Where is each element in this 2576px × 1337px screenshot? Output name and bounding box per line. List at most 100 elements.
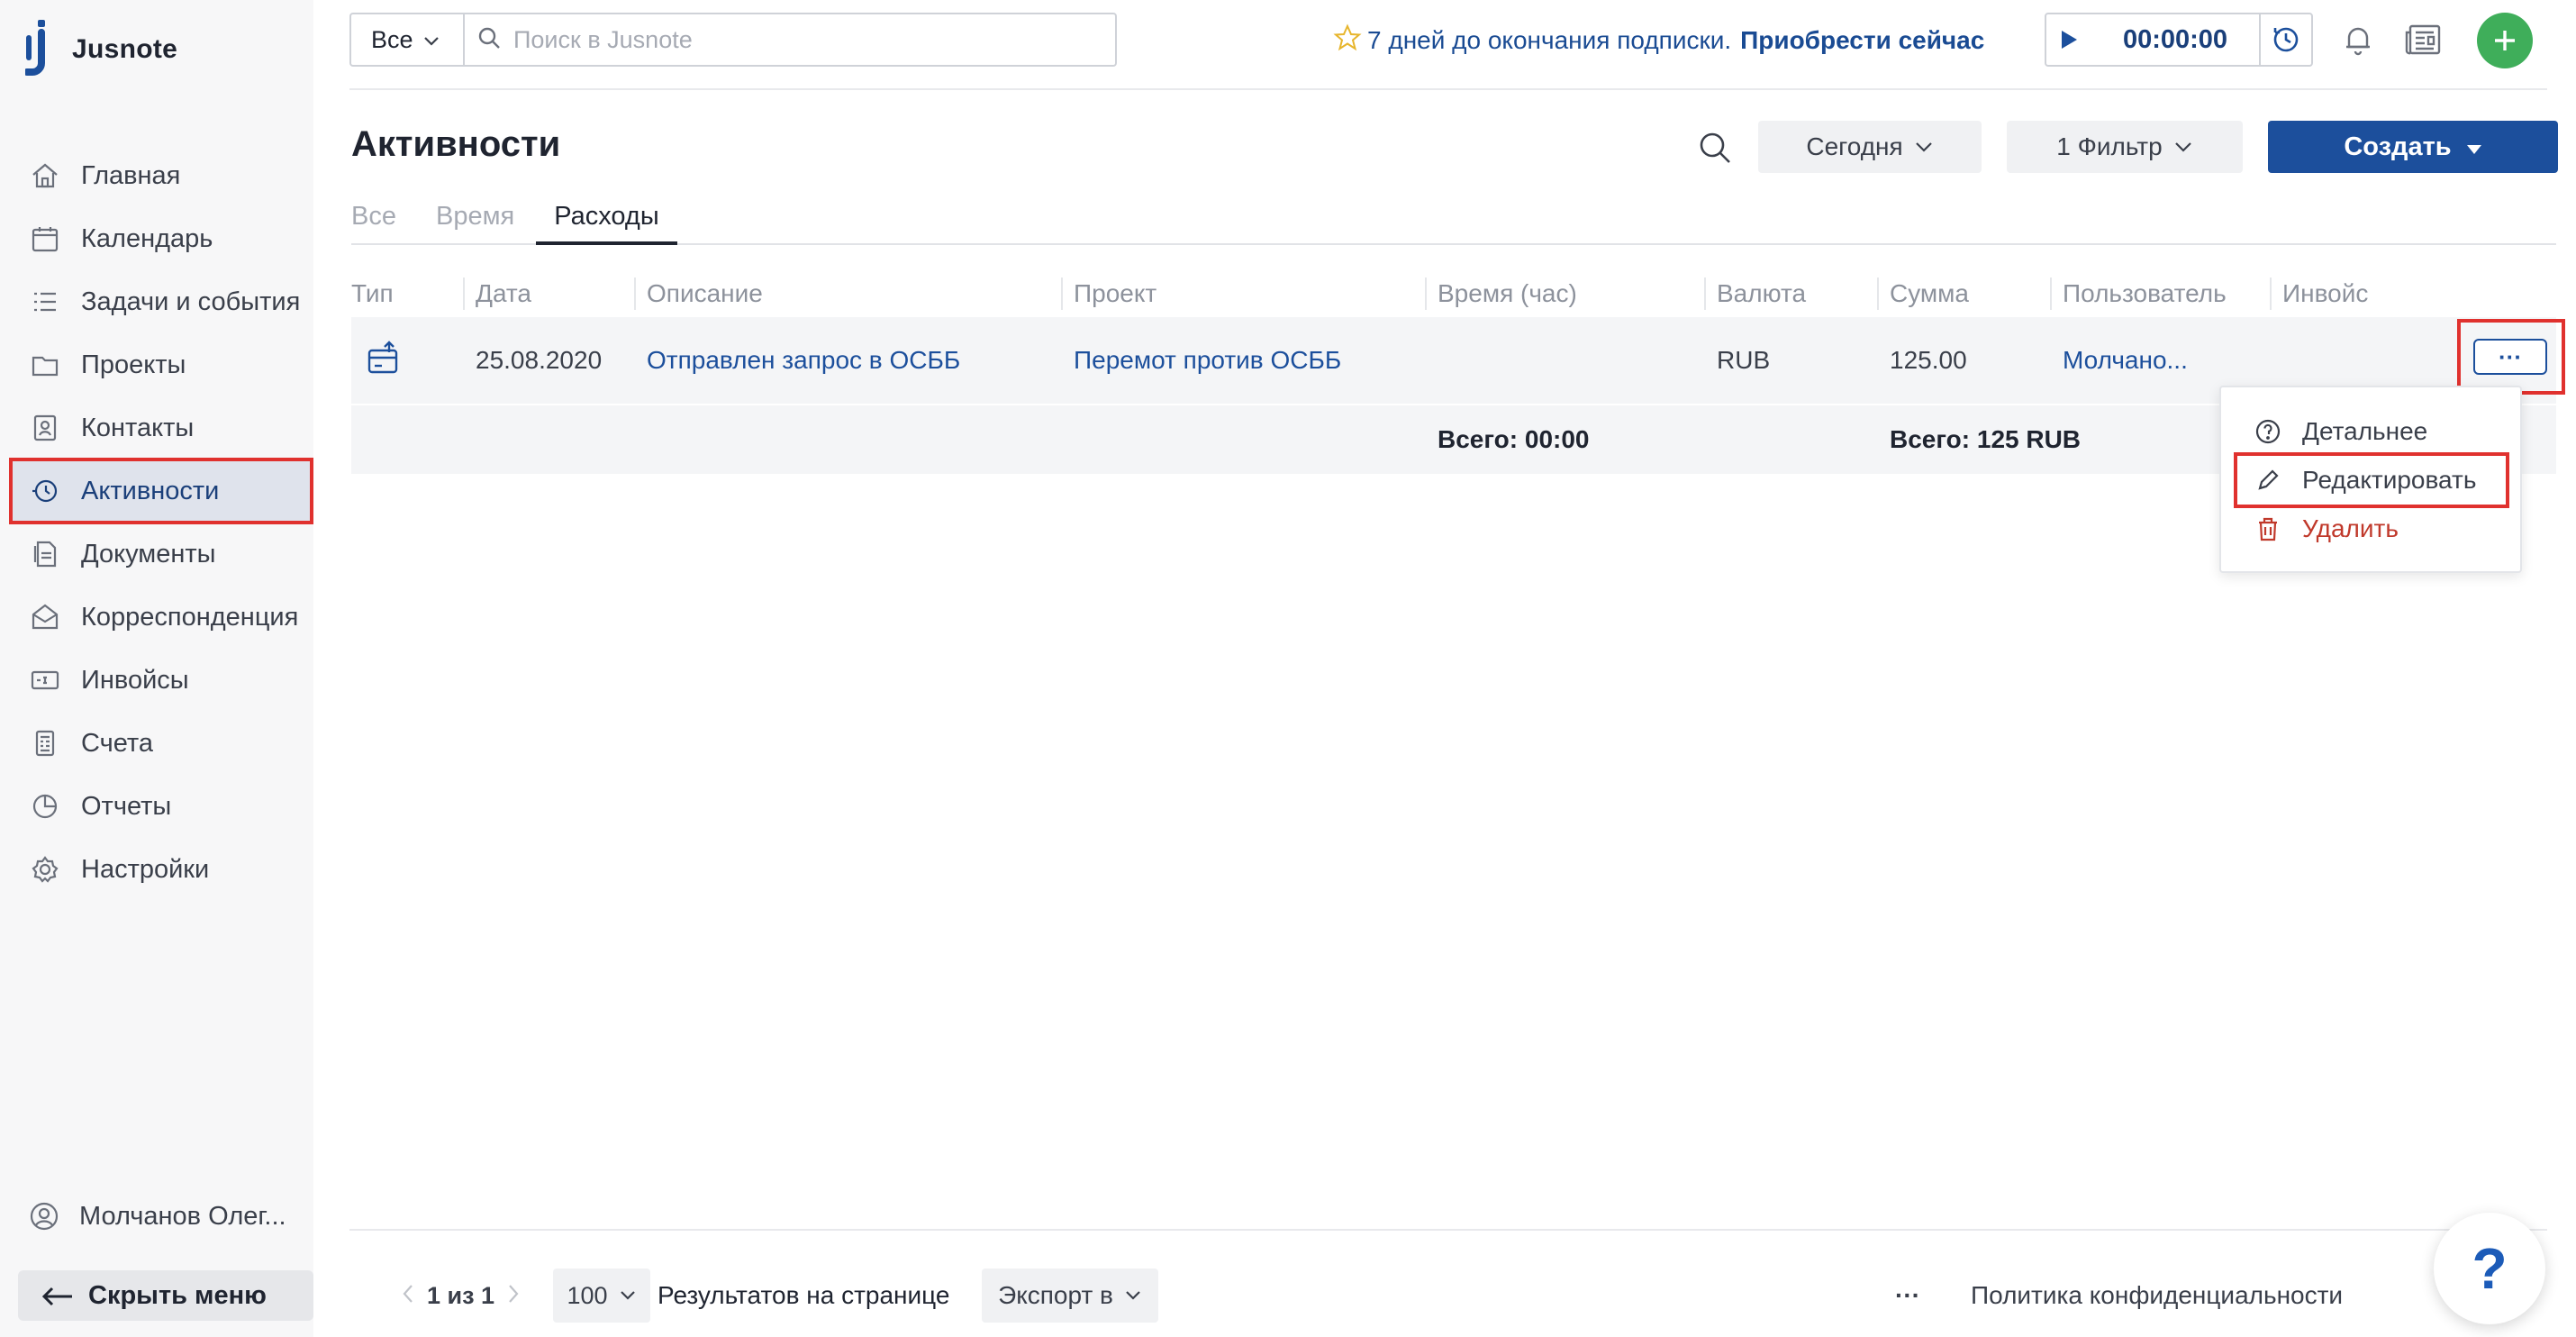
user-profile[interactable]: Молчанов Олег...	[29, 1189, 286, 1243]
quick-add-button[interactable]	[2477, 13, 2533, 68]
activity-search-icon[interactable]	[1697, 130, 1733, 166]
column-amount[interactable]: Сумма	[1877, 270, 2063, 317]
timer-widget: 00:00:00	[2045, 13, 2313, 67]
column-description[interactable]: Описание	[634, 270, 1074, 317]
sidebar-item-label: Контакты	[81, 413, 195, 442]
mail-icon	[29, 601, 61, 633]
column-date[interactable]: Дата	[463, 270, 647, 317]
filter-button[interactable]: 1 Фильтр	[2007, 121, 2243, 173]
chevron-down-icon	[1914, 141, 1934, 153]
sidebar-item-label: Счета	[81, 728, 153, 758]
date-range-value: Сегодня	[1806, 132, 1903, 160]
expense-icon	[366, 340, 400, 382]
sidebar-item-contacts[interactable]: Контакты	[11, 396, 312, 459]
sidebar-item-label: Главная	[81, 160, 181, 190]
arrow-left-icon	[40, 1285, 76, 1306]
highlight-frame	[2234, 452, 2509, 508]
sidebar-item-label: Проекты	[81, 350, 186, 379]
settings-icon	[29, 853, 61, 886]
trial-text: 7 дней до окончания подписки.	[1367, 26, 1732, 54]
sidebar-item-home[interactable]: Главная	[11, 144, 312, 207]
activity-icon	[29, 475, 61, 507]
column-currency[interactable]: Валюта	[1704, 270, 1890, 317]
app-logo[interactable]: Jusnote	[23, 18, 177, 81]
row-actions-button[interactable]: ···	[2473, 339, 2547, 375]
search-scope-value: Все	[371, 25, 413, 53]
search-input[interactable]	[513, 25, 1072, 54]
column-time[interactable]: Время (час)	[1425, 270, 1717, 317]
star-icon	[1333, 23, 1362, 59]
menu-item-label: Детальнее	[2302, 417, 2428, 445]
global-search	[463, 13, 1117, 67]
row-description-link[interactable]: Отправлен запрос в ОСББ	[647, 317, 1074, 404]
sidebar-item-calendar[interactable]: Календарь	[11, 207, 312, 270]
create-button[interactable]: Создать	[2268, 121, 2558, 173]
export-select[interactable]: Экспорт в	[982, 1269, 1158, 1323]
sidebar-item-activities[interactable]: Активности	[9, 458, 313, 524]
home-icon	[29, 159, 61, 192]
footer-more-button[interactable]: ···	[1895, 1269, 1920, 1323]
privacy-policy-link[interactable]: Политика конфиденциальности	[1971, 1269, 2343, 1323]
sidebar-item-reports[interactable]: Отчеты	[11, 775, 312, 838]
menu-item-delete[interactable]: Удалить	[2254, 506, 2399, 551]
sidebar-item-label: Отчеты	[81, 791, 172, 821]
documents-icon	[29, 538, 61, 570]
calendar-icon	[29, 223, 61, 255]
news-icon[interactable]	[2403, 22, 2443, 58]
logo-mark-icon	[23, 18, 59, 81]
play-icon[interactable]	[2046, 29, 2091, 50]
menu-item-details[interactable]: Детальнее	[2254, 409, 2427, 454]
filter-label: 1 Фильтр	[2056, 132, 2163, 160]
column-type[interactable]: Тип	[351, 270, 476, 317]
sidebar-item-label: Корреспонденция	[81, 602, 299, 632]
sidebar-item-projects[interactable]: Проекты	[11, 333, 312, 396]
per-page-label: Результатов на странице	[658, 1281, 950, 1309]
timer-history-icon[interactable]	[2259, 14, 2311, 65]
buy-now-link[interactable]: Приобрести сейчас	[1740, 26, 1984, 55]
per-page-select[interactable]: 100	[553, 1269, 650, 1323]
chevron-down-icon	[619, 1289, 637, 1302]
column-project[interactable]: Проект	[1061, 270, 1438, 317]
row-type-cell	[351, 317, 476, 404]
invoice-icon	[29, 664, 61, 696]
tab-expenses[interactable]: Расходы	[536, 195, 677, 245]
sidebar-item-label: Активности	[81, 476, 220, 505]
table-footer: 1 из 1 100 Результатов на странице Экспо…	[349, 1229, 2547, 1337]
pagination: 1 из 1	[389, 1269, 532, 1323]
table-header: Тип Дата Описание Проект Время (час) Вал…	[351, 270, 2556, 317]
tab-time[interactable]: Время	[436, 195, 514, 245]
sidebar-item-correspondence[interactable]: Корреспонденция	[11, 586, 312, 649]
export-label: Экспорт в	[998, 1281, 1113, 1309]
caret-down-icon	[2466, 132, 2482, 162]
sidebar-item-accounts[interactable]: Счета	[11, 712, 312, 775]
accounts-icon	[29, 727, 61, 759]
sidebar-item-settings[interactable]: Настройки	[11, 838, 312, 901]
chevron-left-icon[interactable]	[402, 1282, 414, 1310]
hide-menu-label: Скрыть меню	[88, 1280, 267, 1310]
sidebar-item-label: Настройки	[81, 854, 210, 884]
column-invoice[interactable]: Инвойс	[2270, 270, 2463, 317]
date-range-select[interactable]: Сегодня	[1758, 121, 1982, 173]
sidebar-item-invoices[interactable]: Инвойсы	[11, 649, 312, 712]
chevron-down-icon	[2173, 141, 2193, 153]
sidebar-item-tasks[interactable]: Задачи и события	[11, 270, 312, 333]
create-label: Создать	[2344, 132, 2452, 161]
chevron-right-icon[interactable]	[507, 1282, 520, 1310]
row-amount: 125.00	[1890, 346, 1967, 374]
search-scope-select[interactable]: Все	[349, 13, 465, 67]
tab-all[interactable]: Все	[351, 195, 396, 245]
projects-icon	[29, 349, 61, 381]
info-icon	[2254, 417, 2282, 446]
hide-menu-button[interactable]: Скрыть меню	[18, 1270, 313, 1321]
timer-value: 00:00:00	[2122, 24, 2228, 54]
help-button[interactable]: ?	[2434, 1213, 2545, 1324]
column-user[interactable]: Пользователь	[2050, 270, 2282, 317]
per-page-value: 100	[567, 1281, 608, 1309]
contacts-icon	[29, 412, 61, 444]
sidebar: Jusnote Главная Календарь Задачи и событ…	[0, 0, 313, 1337]
top-bar: Все 7 дней до окончания подписки. Приобр…	[349, 0, 2547, 90]
sidebar-item-documents[interactable]: Документы	[11, 523, 312, 586]
bell-icon[interactable]	[2340, 22, 2376, 58]
row-project-link[interactable]: Перемот против ОСББ	[1074, 317, 1438, 404]
search-icon	[477, 26, 501, 54]
